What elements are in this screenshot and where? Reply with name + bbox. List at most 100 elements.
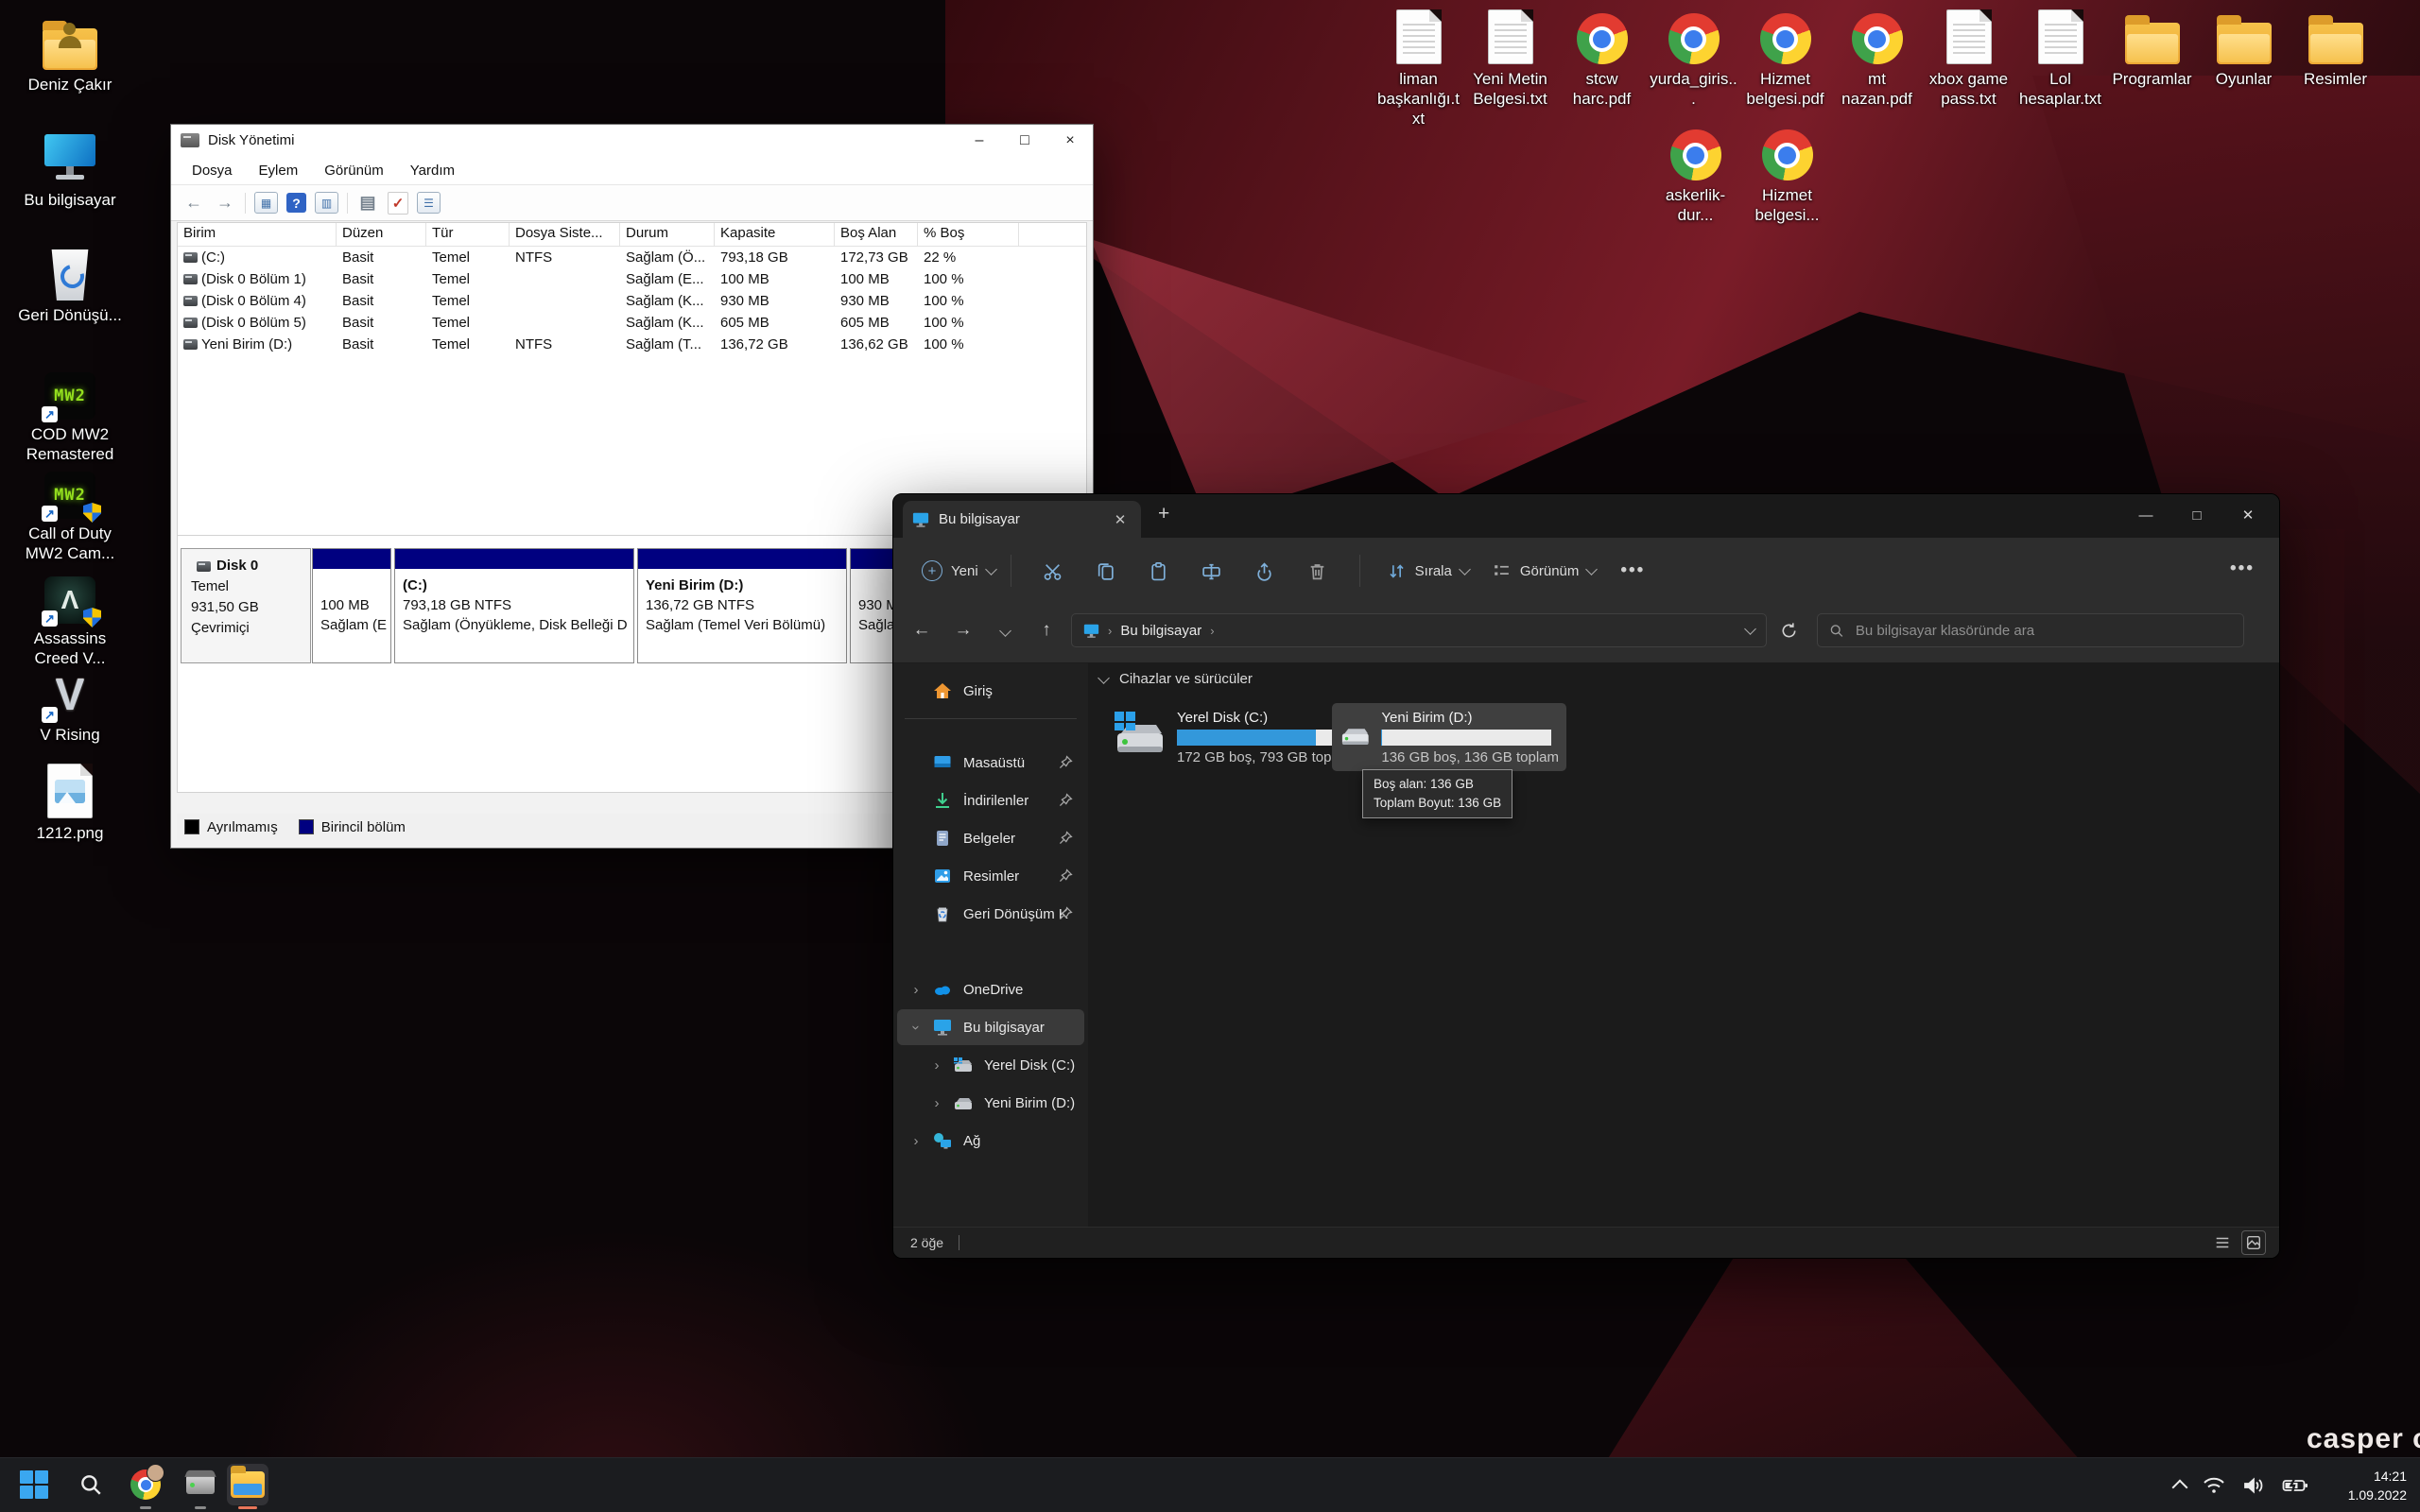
address-dropdown-icon[interactable] bbox=[1744, 623, 1756, 635]
partition-c[interactable]: (C:) 793,18 GB NTFS Sağlam (Önyükleme, D… bbox=[394, 548, 634, 663]
sidebar-item-yeni-birim-d[interactable]: › Yeni Birim (D:) bbox=[897, 1085, 1084, 1121]
sort-button[interactable]: Sırala bbox=[1387, 561, 1469, 581]
help-icon[interactable]: ? bbox=[286, 193, 306, 213]
back-icon[interactable]: ← bbox=[182, 192, 205, 215]
see-more-icon[interactable]: ••• bbox=[1620, 560, 1645, 581]
desktop-icon-v-rising[interactable]: V ↗ V Rising bbox=[8, 663, 132, 745]
desktop-icon-assassins-creed[interactable]: Λ ↗ Assassins Creed V... bbox=[8, 567, 132, 668]
menu-eylem[interactable]: Eylem bbox=[246, 163, 312, 179]
desktop-icon-mt-nazan[interactable]: mt nazan.pdf bbox=[1831, 8, 1923, 129]
battery-icon[interactable] bbox=[2282, 1476, 2308, 1495]
column-bos-alan[interactable]: Boş Alan bbox=[835, 223, 918, 246]
disk-management-titlebar[interactable]: Disk Yönetimi – □ × bbox=[171, 125, 1093, 156]
list-view-icon[interactable]: ▦ bbox=[254, 192, 278, 214]
disk0-info-panel[interactable]: Disk 0 Temel 931,50 GB Çevrimiçi bbox=[181, 548, 311, 663]
graphical-view-icon[interactable]: ▥ bbox=[315, 192, 338, 214]
volume-icon[interactable] bbox=[2242, 1476, 2265, 1495]
volume-row[interactable]: (Disk 0 Bölüm 1) BasitTemel Sağlam (E...… bbox=[178, 268, 1086, 290]
hidden-icons-chevron[interactable] bbox=[2172, 1480, 2188, 1496]
partition-d[interactable]: Yeni Birim (D:) 136,72 GB NTFS Sağlam (T… bbox=[637, 548, 847, 663]
column-durum[interactable]: Durum bbox=[620, 223, 715, 246]
desktop-icon-hizmet-belgesi-pdf[interactable]: Hizmet belgesi.pdf bbox=[1739, 8, 1831, 129]
refresh-icon[interactable] bbox=[1780, 622, 1798, 640]
delete-button[interactable] bbox=[1291, 561, 1344, 581]
partition-system[interactable]: 100 MB Sağlam (E bbox=[312, 548, 391, 663]
volume-list-header[interactable]: Birim Düzen Tür Dosya Siste... Durum Kap… bbox=[178, 223, 1086, 247]
volume-row[interactable]: Yeni Birim (D:) BasitTemel NTFSSağlam (T… bbox=[178, 334, 1086, 355]
column-tur[interactable]: Tür bbox=[426, 223, 510, 246]
chevron-right-icon[interactable]: › bbox=[929, 1095, 944, 1111]
chevron-right-icon[interactable]: › bbox=[908, 982, 924, 998]
column-birim[interactable]: Birim bbox=[178, 223, 337, 246]
desktop-icon-stcw-harc[interactable]: stcw harc.pdf bbox=[1556, 8, 1648, 129]
console-icon[interactable]: ▤ bbox=[356, 192, 379, 215]
sidebar-item-belgeler[interactable]: Belgeler bbox=[897, 820, 1084, 856]
column-dosya-sistemi[interactable]: Dosya Siste... bbox=[510, 223, 620, 246]
back-icon[interactable]: ← bbox=[901, 620, 942, 641]
search-box[interactable] bbox=[1817, 613, 2244, 647]
address-bar[interactable]: › Bu bilgisayar › bbox=[1071, 613, 1767, 647]
desktop-icon-cod-mw2-remastered[interactable]: MW2 ↗ COD MW2 Remastered bbox=[8, 363, 132, 464]
column-duzen[interactable]: Düzen bbox=[337, 223, 426, 246]
desktop-icon-this-pc[interactable]: Bu bilgisayar bbox=[8, 129, 132, 210]
share-button[interactable] bbox=[1238, 561, 1291, 581]
properties-icon[interactable]: ☰ bbox=[417, 192, 441, 214]
column-yuzde-bos[interactable]: % Boş bbox=[918, 223, 1019, 246]
rename-button[interactable] bbox=[1185, 561, 1238, 581]
section-devices-and-drives[interactable]: Cihazlar ve sürücüler bbox=[1099, 671, 1253, 687]
desktop-icon-yurda-giris[interactable]: yurda_giris... bbox=[1648, 8, 1739, 129]
cut-button[interactable] bbox=[1027, 561, 1080, 581]
details-view-icon[interactable] bbox=[2211, 1231, 2234, 1254]
desktop-icon-resimler[interactable]: Resimler bbox=[2290, 8, 2381, 129]
search-button[interactable] bbox=[70, 1464, 112, 1505]
chevron-down-icon[interactable]: › bbox=[908, 1020, 925, 1035]
large-icons-view-icon[interactable] bbox=[2241, 1230, 2266, 1255]
tab-bu-bilgisayar[interactable]: Bu bilgisayar ✕ bbox=[903, 501, 1141, 538]
new-tab-icon[interactable]: + bbox=[1158, 503, 1169, 525]
desktop-icon-deniz-cakir[interactable]: Deniz Çakır bbox=[8, 13, 132, 94]
desktop-icon-lol-hesaplar[interactable]: Lol hesaplar.txt bbox=[2014, 8, 2106, 129]
taskbar-clock[interactable]: 14:21 1.09.2022 bbox=[2348, 1467, 2407, 1504]
up-icon[interactable]: ↑ bbox=[1026, 620, 1067, 641]
sidebar-item-indirilenler[interactable]: İndirilenler bbox=[897, 782, 1084, 818]
taskbar-disk-management-button[interactable] bbox=[180, 1464, 221, 1505]
view-button[interactable]: Görünüm bbox=[1492, 561, 1597, 581]
maximize-icon[interactable]: □ bbox=[1002, 125, 1047, 156]
desktop-icon-yeni-metin[interactable]: Yeni Metin Belgesi.txt bbox=[1464, 8, 1556, 129]
paste-button[interactable] bbox=[1132, 561, 1185, 581]
volume-row[interactable]: (Disk 0 Bölüm 5) BasitTemel Sağlam (K...… bbox=[178, 312, 1086, 334]
desktop-icon-oyunlar[interactable]: Oyunlar bbox=[2198, 8, 2290, 129]
sidebar-item-ag[interactable]: › Ağ bbox=[897, 1123, 1084, 1159]
sidebar-item-yerel-disk-c[interactable]: › Yerel Disk (C:) bbox=[897, 1047, 1084, 1083]
desktop-icon-hizmet-belgesi2[interactable]: Hizmet belgesi... bbox=[1741, 124, 1833, 225]
desktop-icon-programlar[interactable]: Programlar bbox=[2106, 8, 2198, 129]
drive-tile-d[interactable]: Yeni Birim (D:) 136 GB boş, 136 GB topla… bbox=[1332, 703, 1566, 771]
sidebar-item-bu-bilgisayar[interactable]: › Bu bilgisayar bbox=[897, 1009, 1084, 1045]
start-button[interactable] bbox=[13, 1464, 55, 1505]
breadcrumb-this-pc[interactable]: Bu bilgisayar bbox=[1120, 623, 1201, 639]
desktop-icon-xbox-game-pass[interactable]: xbox game pass.txt bbox=[1923, 8, 2014, 129]
sidebar-item-masaustu[interactable]: Masaüstü bbox=[897, 745, 1084, 781]
new-button[interactable]: + Yeni bbox=[922, 560, 995, 581]
volume-row[interactable]: (C:) BasitTemel NTFSSağlam (Ö... 793,18 … bbox=[178, 247, 1086, 268]
forward-icon[interactable]: → bbox=[214, 192, 236, 215]
chevron-right-icon[interactable]: › bbox=[929, 1057, 944, 1074]
see-more-right-icon[interactable]: ••• bbox=[2230, 558, 2255, 579]
chevron-right-icon[interactable]: › bbox=[908, 1133, 924, 1149]
sidebar-item-onedrive[interactable]: › OneDrive bbox=[897, 971, 1084, 1007]
desktop-icon-liman[interactable]: liman başkanlığı.txt bbox=[1373, 8, 1464, 129]
close-icon[interactable]: × bbox=[1047, 125, 1093, 156]
menu-yardim[interactable]: Yardım bbox=[397, 163, 468, 179]
minimize-icon[interactable]: – bbox=[957, 125, 1002, 156]
menu-gorunum[interactable]: Görünüm bbox=[311, 163, 397, 179]
tab-close-icon[interactable]: ✕ bbox=[1109, 511, 1132, 528]
menu-dosya[interactable]: Dosya bbox=[179, 163, 246, 179]
maximize-icon[interactable]: □ bbox=[2171, 494, 2222, 538]
desktop-icon-cod-mw2-campaign[interactable]: MW2 ↗ Call of Duty MW2 Cam... bbox=[8, 462, 132, 563]
wifi-icon[interactable] bbox=[2203, 1476, 2225, 1495]
minimize-icon[interactable]: — bbox=[2120, 494, 2171, 538]
volume-row[interactable]: (Disk 0 Bölüm 4) BasitTemel Sağlam (K...… bbox=[178, 290, 1086, 312]
close-icon[interactable]: ✕ bbox=[2222, 494, 2273, 538]
taskbar-chrome-button[interactable] bbox=[125, 1464, 166, 1505]
column-kapasite[interactable]: Kapasite bbox=[715, 223, 835, 246]
